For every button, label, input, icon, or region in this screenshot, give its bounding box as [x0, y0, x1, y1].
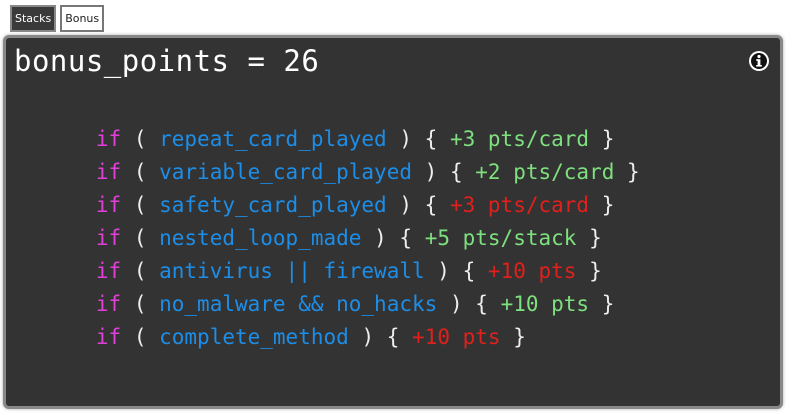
- open-brace: {: [475, 292, 488, 316]
- open-brace: {: [399, 226, 413, 250]
- open-brace: {: [386, 325, 400, 349]
- rule-condition: antivirus || firewall: [159, 259, 425, 283]
- if-keyword: if: [95, 193, 122, 217]
- tab-stacks[interactable]: Stacks: [10, 5, 57, 32]
- close-brace: }: [627, 160, 640, 184]
- tab-bar: Stacks Bonus: [10, 5, 105, 32]
- rule-condition: variable_card_played: [159, 160, 412, 184]
- rules-list: if ( repeat_card_played ) { +3 pts/card …: [20, 90, 640, 349]
- info-circle-icon[interactable]: [748, 50, 770, 72]
- close-paren: ): [437, 259, 450, 283]
- open-paren: (: [133, 127, 147, 151]
- open-brace: {: [424, 127, 438, 151]
- rule-points: +10 pts: [487, 259, 577, 283]
- open-paren: (: [133, 193, 147, 217]
- open-paren: (: [133, 160, 147, 184]
- bonus-points-title: bonus_points = 26: [14, 44, 320, 78]
- rule-points: +3 pts/card: [449, 127, 590, 151]
- if-keyword: if: [95, 226, 122, 250]
- bonus-panel: bonus_points = 26 if ( repeat_card_playe…: [3, 35, 783, 409]
- if-keyword: if: [95, 259, 122, 283]
- close-brace: }: [601, 193, 615, 217]
- rule-points: +10 pts: [412, 325, 501, 349]
- rule-condition: complete_method: [159, 325, 349, 349]
- close-paren: ): [449, 292, 463, 316]
- if-keyword: if: [95, 292, 122, 316]
- if-keyword: if: [95, 127, 122, 151]
- rule-points: +2 pts/card: [475, 160, 615, 184]
- rule-row: if ( repeat_card_played ) { +3 pts/card …: [20, 90, 640, 151]
- rule-condition: no_malware && no_hacks: [159, 292, 438, 316]
- rule-condition: repeat_card_played: [159, 127, 387, 151]
- if-keyword: if: [95, 325, 122, 349]
- close-brace: }: [601, 127, 615, 151]
- open-paren: (: [133, 325, 147, 349]
- close-brace: }: [601, 292, 615, 316]
- rule-points: +3 pts/card: [449, 193, 590, 217]
- close-brace: }: [513, 325, 526, 349]
- open-brace: {: [424, 193, 438, 217]
- tab-bonus[interactable]: Bonus: [60, 5, 105, 32]
- open-brace: {: [462, 259, 476, 283]
- close-brace: }: [589, 259, 602, 283]
- rule-points: +5 pts/stack: [424, 226, 577, 250]
- close-paren: ): [361, 325, 375, 349]
- close-paren: ): [374, 226, 387, 250]
- close-paren: ): [399, 193, 413, 217]
- rule-condition: safety_card_played: [159, 193, 387, 217]
- open-paren: (: [133, 292, 147, 316]
- open-paren: (: [133, 259, 147, 283]
- close-paren: ): [424, 160, 438, 184]
- close-brace: }: [589, 226, 602, 250]
- rule-points: +10 pts: [500, 292, 590, 316]
- close-paren: ): [399, 127, 413, 151]
- if-keyword: if: [95, 160, 122, 184]
- rule-condition: nested_loop_made: [159, 226, 362, 250]
- open-paren: (: [133, 226, 147, 250]
- open-brace: {: [449, 160, 463, 184]
